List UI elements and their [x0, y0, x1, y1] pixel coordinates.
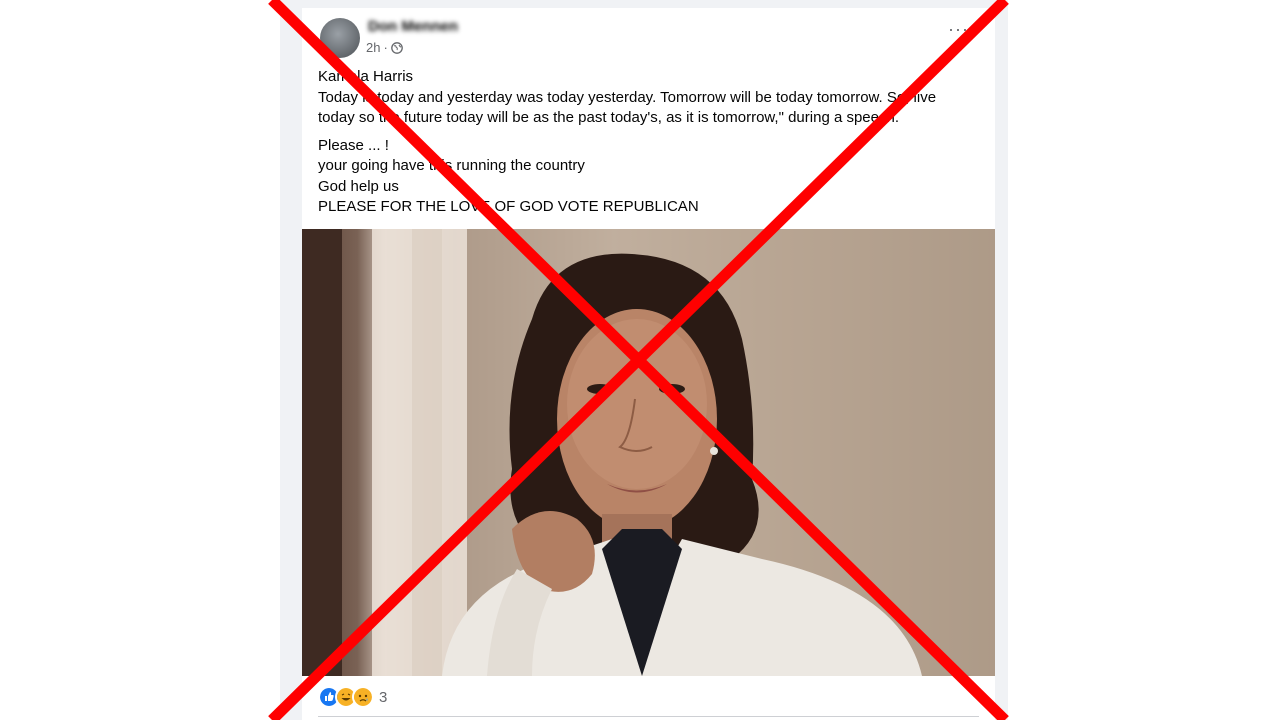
post-line: God help us [318, 177, 399, 195]
more-options-icon[interactable]: ··· [948, 20, 969, 38]
portrait-photo [302, 229, 995, 676]
divider [318, 716, 979, 717]
post-line: PLEASE FOR THE LOVE OF GOD VOTE REPUBLIC… [318, 198, 699, 215]
sad-icon [352, 686, 374, 708]
post-meta: 2h · [366, 40, 403, 55]
reaction-summary[interactable]: 3 [318, 686, 387, 708]
globe-icon [390, 41, 403, 54]
post-line: today so the future today will be as the… [318, 109, 900, 126]
post-text: Kamala Harris Today is today and yesterd… [318, 67, 978, 218]
reaction-count: 3 [379, 688, 388, 706]
post-line: Kamala Harris [318, 68, 414, 85]
post-line: Today is today and yesterday was today y… [318, 88, 937, 106]
post-line: Please ... ! [318, 136, 389, 154]
author-name[interactable]: Don Mennen [368, 18, 458, 35]
post-line: your going have this running the country [318, 157, 585, 174]
timestamp[interactable]: 2h [366, 40, 380, 55]
post-photo[interactable] [302, 229, 995, 676]
avatar[interactable] [320, 18, 360, 58]
